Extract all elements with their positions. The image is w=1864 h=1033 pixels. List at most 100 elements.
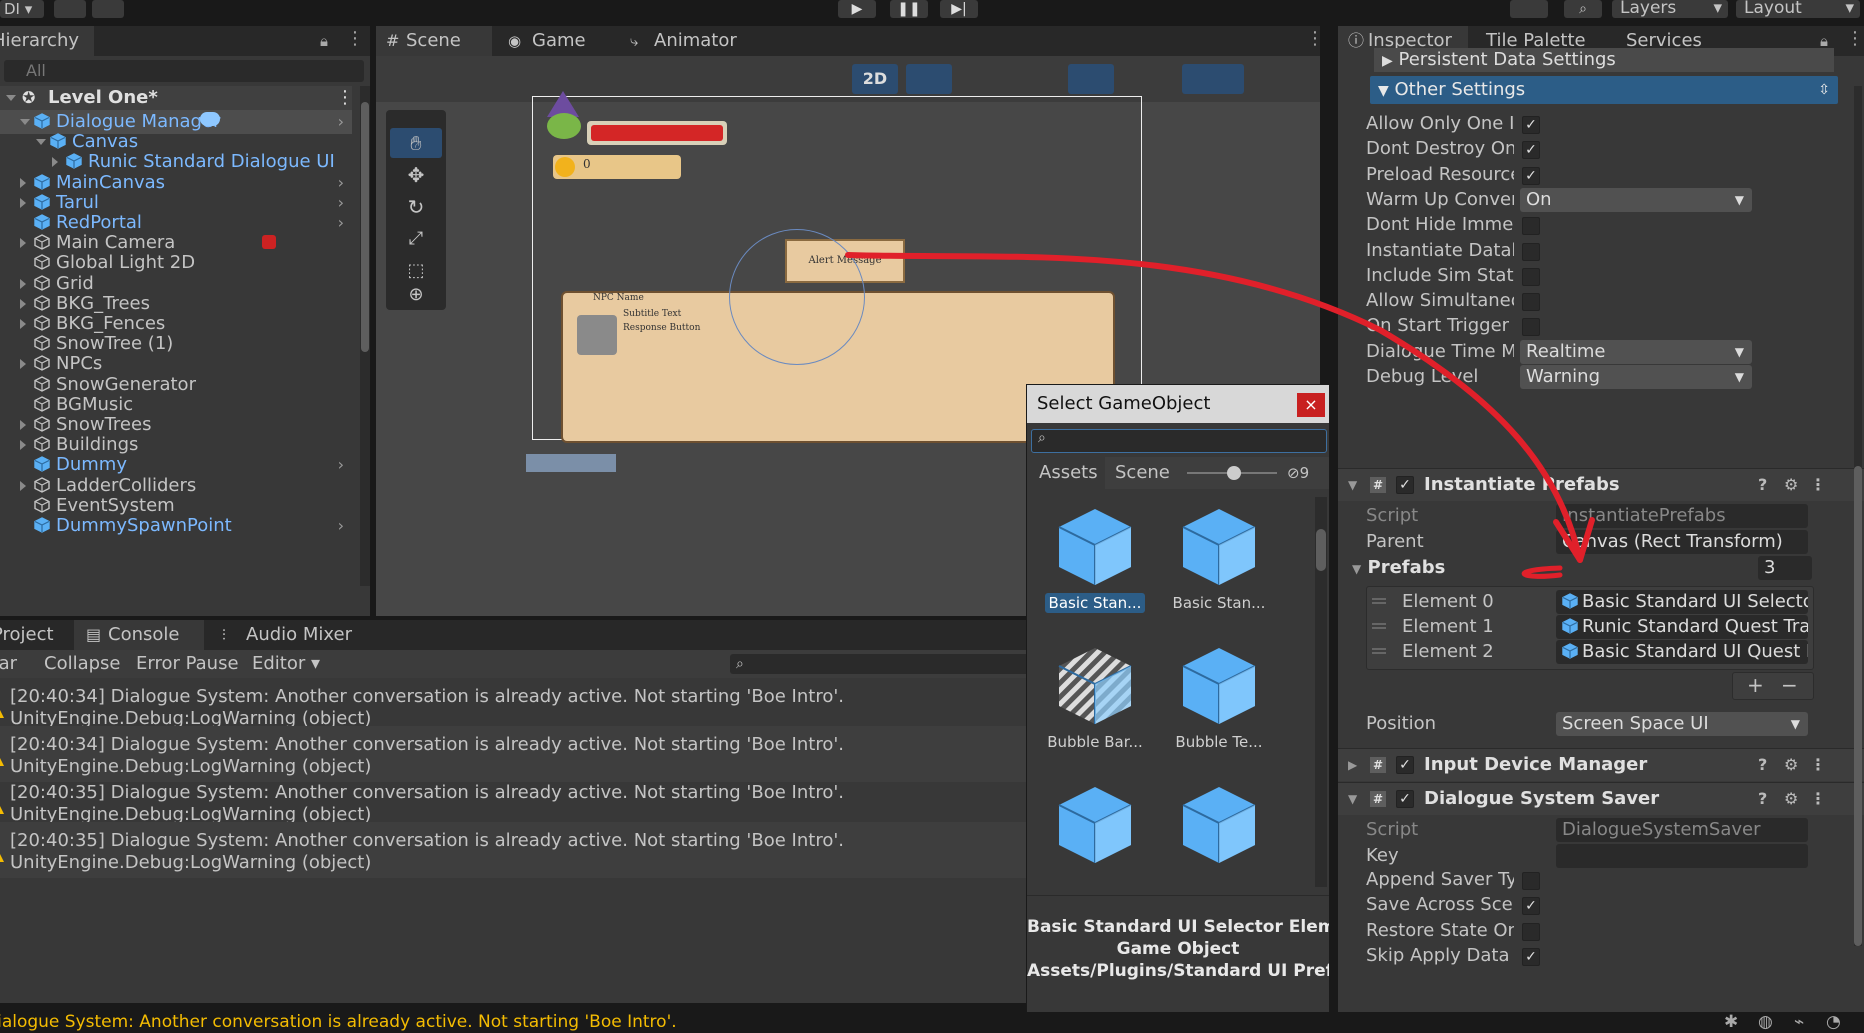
position-dropdown[interactable]: Screen Space UI ▼: [1556, 712, 1808, 736]
presets-icon[interactable]: ⚙: [1784, 469, 1798, 501]
add-element-button[interactable]: +: [1747, 673, 1764, 697]
2d-toggle-button[interactable]: 2D: [852, 64, 898, 94]
tab-project[interactable]: Project: [0, 620, 64, 650]
setting-dropdown[interactable]: Warning ▼: [1520, 365, 1752, 389]
expand-arrow[interactable]: [20, 420, 26, 430]
editor-dropdown[interactable]: Editor ▾: [252, 650, 320, 678]
shading-icon[interactable]: [796, 64, 844, 94]
rotate-tool-icon[interactable]: ↻: [390, 192, 442, 222]
status-bar[interactable]: Dialogue System: Another conversation is…: [0, 1012, 1864, 1033]
audio-icon[interactable]: [960, 64, 1000, 94]
scale-tool-icon[interactable]: ⤢: [390, 224, 442, 254]
instantiate-prefabs-header[interactable]: ▼ # ✓ Instantiate Prefabs ? ⚙ ⋮: [1338, 468, 1864, 501]
saver-field-checkbox[interactable]: [1522, 922, 1540, 941]
lock-icon[interactable]: 🔒︎: [320, 32, 328, 50]
saver-field-checkbox[interactable]: ✓: [1522, 947, 1540, 966]
asset-item[interactable]: [1159, 783, 1279, 891]
expand-arrow[interactable]: [20, 440, 26, 451]
setting-checkbox[interactable]: [1522, 293, 1540, 312]
tab-hierarchy[interactable]: Hierarchy: [0, 26, 94, 56]
saver-field-checkbox[interactable]: [1522, 872, 1540, 890]
collab-icon[interactable]: [92, 0, 124, 18]
hierarchy-row[interactable]: DummySpawnPoint ›: [0, 514, 352, 538]
chevron-right-icon[interactable]: ›: [338, 514, 344, 538]
other-settings-foldout[interactable]: ▼ Other Settings ⇳: [1370, 76, 1838, 104]
step-button[interactable]: ▶|: [940, 0, 978, 18]
network-icon[interactable]: ⌁: [1794, 1012, 1804, 1033]
gizmos-icon[interactable]: [1182, 64, 1244, 94]
component-menu-icon[interactable]: ⋮: [1810, 749, 1826, 781]
expand-arrow[interactable]: [36, 139, 46, 146]
hierarchy-scrollbar[interactable]: [360, 86, 370, 586]
drag-handle-icon[interactable]: [1372, 598, 1386, 600]
instantiate-prefabs-enabled[interactable]: ✓: [1396, 476, 1414, 494]
size-slider[interactable]: [1187, 466, 1277, 480]
tab-audio-mixer[interactable]: ⫶ Audio Mixer: [216, 620, 366, 650]
kebab-icon[interactable]: ⋮: [346, 28, 364, 49]
expand-arrow[interactable]: [20, 298, 26, 309]
asset-item[interactable]: Basic Stan...: [1035, 505, 1155, 613]
saver-field-checkbox[interactable]: ✓: [1522, 897, 1540, 916]
dialog-search-input[interactable]: ⌕: [1031, 429, 1327, 453]
asset-item[interactable]: [1035, 783, 1155, 891]
move-tool-icon[interactable]: ✥: [390, 160, 442, 190]
persistent-data-foldout[interactable]: ▶ Persistent Data Settings: [1374, 48, 1834, 72]
help-icon[interactable]: ?: [1758, 783, 1767, 815]
asset-scrollbar[interactable]: [1315, 497, 1327, 887]
inspector-scrollbar[interactable]: [1854, 86, 1862, 946]
hidden-objects-icon[interactable]: [1068, 64, 1114, 94]
error-pause-button[interactable]: Error Pause: [136, 650, 239, 678]
tab-scene[interactable]: # Scene: [376, 26, 492, 56]
scene-menu-icon[interactable]: ⋮: [1306, 28, 1324, 49]
expand-arrow[interactable]: [52, 157, 58, 168]
search-icon[interactable]: ⌕: [1564, 0, 1602, 18]
hierarchy-search-input[interactable]: All: [4, 60, 364, 82]
hand-tool-icon[interactable]: ✋︎: [390, 128, 442, 158]
expand-arrow[interactable]: [20, 480, 26, 491]
dialog-tab-assets[interactable]: Assets: [1027, 457, 1105, 489]
component-menu-icon[interactable]: ⋮: [1810, 783, 1826, 815]
tab-game[interactable]: ◉ Game: [502, 26, 614, 56]
drag-handle-icon[interactable]: [1372, 648, 1386, 650]
expand-arrow[interactable]: [20, 319, 26, 329]
scene-header-row[interactable]: ✪ Level One* ⋮: [0, 86, 354, 110]
inspector-menu-icon[interactable]: ⋮: [1846, 28, 1864, 49]
asset-item[interactable]: Basic Stan...: [1159, 505, 1279, 613]
collapse-button[interactable]: Collapse: [44, 650, 121, 678]
dialog-tab-scene[interactable]: Scene: [1115, 457, 1170, 489]
setting-checkbox[interactable]: ✓: [1522, 116, 1540, 134]
saver-enabled[interactable]: ✓: [1396, 790, 1414, 808]
element-object-field[interactable]: Runic Standard Quest Trac: [1556, 615, 1808, 639]
asset-item[interactable]: Bubble Bar...: [1035, 644, 1155, 752]
prefabs-foldout[interactable]: ▼ Prefabs: [1352, 554, 1445, 582]
setting-dropdown[interactable]: Realtime ▼: [1520, 339, 1752, 364]
transform-tool-icon[interactable]: ⊕: [390, 280, 442, 310]
draw-mode-dropdown[interactable]: [402, 64, 450, 94]
component-menu-icon[interactable]: ⋮: [1810, 469, 1826, 501]
history-icon[interactable]: [1510, 0, 1548, 18]
pause-button[interactable]: ❚❚: [890, 0, 928, 18]
setting-checkbox[interactable]: [1522, 217, 1540, 236]
cache-icon[interactable]: ◍: [1758, 1012, 1773, 1033]
setting-checkbox[interactable]: ✓: [1522, 166, 1540, 185]
camera-icon[interactable]: [1122, 64, 1178, 94]
remove-element-button[interactable]: −: [1781, 673, 1798, 697]
tab-animator[interactable]: ⤷ Animator: [626, 26, 766, 56]
console-search-input[interactable]: ⌕: [730, 654, 1030, 674]
input-device-manager-header[interactable]: ▶ # ✓ Input Device Manager ? ⚙ ⋮: [1338, 748, 1864, 781]
ip-parent-field[interactable]: Canvas (Rect Transform): [1556, 530, 1808, 554]
layers-dropdown[interactable]: Layers ▾: [1612, 0, 1728, 18]
effects-icon[interactable]: [1006, 64, 1062, 94]
dialogue-system-saver-header[interactable]: ▼ # ✓ Dialogue System Saver ? ⚙ ⋮: [1338, 782, 1864, 815]
layout-dropdown[interactable]: Layout ▾: [1736, 0, 1860, 18]
account-dropdown[interactable]: DI ▾: [0, 0, 44, 18]
asset-item[interactable]: Bubble Te...: [1159, 644, 1279, 752]
size-slider-knob[interactable]: [1227, 466, 1241, 480]
help-icon[interactable]: ?: [1758, 749, 1767, 781]
globe-icon[interactable]: [458, 64, 506, 94]
scene-expand-arrow[interactable]: [6, 95, 16, 101]
prefabs-count-field[interactable]: 3: [1758, 556, 1812, 580]
play-button[interactable]: ▶: [838, 0, 876, 18]
tab-console[interactable]: ▤ Console: [74, 620, 204, 650]
lighting-icon[interactable]: [906, 64, 952, 94]
